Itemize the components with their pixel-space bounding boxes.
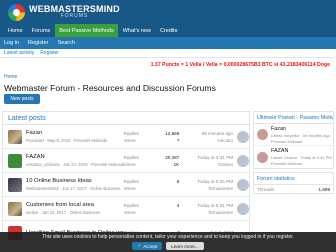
subnav-register-link[interactable]: Register [40, 50, 59, 56]
sidebar-thread-title[interactable]: FAZAN [271, 148, 332, 154]
logo-icon [8, 3, 25, 21]
last-poster[interactable]: Tomasonete [179, 185, 233, 192]
learn-more-button[interactable]: Learn more... [166, 242, 204, 250]
forum-statistics-heading: Forum statistics [254, 173, 333, 185]
thread-stats: Replies 4 Views [124, 202, 180, 216]
thread-stats: Replies 6 Views [124, 178, 180, 192]
main-nav: Home Forums Best Passive Methods What's … [0, 24, 336, 37]
logo-subtitle: FORUMS [60, 13, 89, 19]
last-poster-avatar[interactable] [237, 154, 249, 167]
sub-nav: Latest activity Register [0, 49, 336, 58]
replies-count: 20,287 [165, 154, 180, 160]
thread-stats: Replies 12,566 Views? [124, 130, 180, 144]
tab-forums[interactable]: Forums [28, 24, 55, 37]
tab-credits[interactable]: Credits [156, 24, 181, 37]
replies-label: Replies [123, 154, 139, 160]
latest-posts-block: Latest posts Fazan Roxandel · May 8, 201… [2, 111, 250, 249]
accept-cookies-button[interactable]: ✓ Accept [132, 242, 163, 250]
accept-label: Accept [143, 243, 158, 249]
sidebar: Ultimele Postari - Pasamo Motivala Fazan… [253, 111, 334, 249]
cookie-notice: This site uses cookies to help personali… [0, 232, 336, 252]
sidebar-thread-forum[interactable]: Povestiri Motivala [271, 139, 330, 144]
thread-meta: WebmastersMind · Jun 17, 2017 · Online B… [26, 186, 121, 191]
search-link[interactable]: Search [57, 40, 74, 46]
breadcrumb[interactable]: Home [0, 72, 336, 81]
views-label: Views [123, 209, 136, 215]
tab-whats-new[interactable]: What's new [119, 24, 155, 37]
last-poster[interactable]: zoicoko [179, 137, 233, 144]
last-poster[interactable]: Tomasonete [179, 209, 233, 216]
sidebar-latest-block: Ultimele Postari - Pasamo Motivala Fazan… [253, 111, 334, 169]
thread-title[interactable]: Customers from local area [26, 202, 124, 208]
last-poster-avatar[interactable] [237, 178, 249, 191]
thread-meta: cristiana_cristiana · Jan 22, 2019 · Pov… [26, 162, 124, 167]
last-poster-avatar[interactable] [237, 202, 249, 215]
replies-label: Replies [123, 130, 139, 136]
views-label: Views [123, 161, 136, 167]
thread-row[interactable]: Fazan Roxandel · May 8, 2016 · Povestiri… [3, 125, 249, 149]
stat-row: Threads: 1,699 [254, 185, 333, 193]
avatar[interactable] [257, 129, 268, 140]
avatar[interactable] [8, 153, 22, 168]
stat-value: 1,699 [318, 186, 331, 192]
sidebar-thread[interactable]: Fazan Latest: fairyeika · 59 minutes ago… [254, 124, 333, 146]
last-poster-avatar[interactable] [237, 130, 249, 143]
sidebar-thread-forum[interactable]: Povestiri Motivala [271, 161, 332, 166]
last-post-time[interactable]: Today at 5:31 PM [179, 202, 233, 209]
forum-statistics-block: Forum statistics Threads: 1,699 [253, 172, 334, 194]
views-label: Views [123, 185, 136, 191]
login-link[interactable]: Log in [4, 40, 19, 46]
user-bar: Log in Register Search [0, 37, 336, 49]
avatar[interactable] [8, 129, 22, 144]
sidebar-heading[interactable]: Ultimele Postari - Pasamo Motivala [254, 112, 333, 124]
sidebar-thread[interactable]: FAZAN Latest: Drakon · Today at 4:41 PM … [254, 146, 333, 168]
views-label: Views [123, 137, 136, 143]
latest-posts-heading[interactable]: Latest posts [3, 112, 249, 125]
thread-stats: Replies 20,287 Views 1K [124, 154, 180, 168]
cookie-text: This site uses cookies to help personali… [42, 234, 294, 240]
latest-activity-link[interactable]: Latest activity [4, 50, 34, 56]
points-ticker: 1.37 Puncte = 1 Vella / Vella = 0.000028… [150, 62, 330, 68]
last-poster[interactable]: Drakon [179, 161, 233, 168]
new-posts-button[interactable]: New posts [4, 94, 40, 104]
replies-label: Replies [123, 178, 139, 184]
avatar[interactable] [8, 177, 22, 192]
last-post-time[interactable]: Today at 5:34 PM [179, 178, 233, 185]
sidebar-thread-title[interactable]: Fazan [271, 126, 330, 132]
thread-row[interactable]: Customers from local area iantkvt · Jan … [3, 197, 249, 221]
sidebar-thread-latest: Latest: fairyeika · 59 minutes ago [271, 132, 330, 138]
last-post-time[interactable]: Today at 4:41 PM [179, 154, 233, 161]
check-icon: ✓ [137, 243, 142, 248]
avatar[interactable] [8, 201, 22, 216]
register-link[interactable]: Register [28, 40, 48, 46]
thread-title[interactable]: FAZAN [26, 154, 124, 160]
thread-title[interactable]: 10 Online Business Ideas [26, 178, 124, 184]
thread-meta: Roxandel · May 8, 2016 · Povestiri Motiv… [26, 138, 107, 143]
site-header: WEBMASTERSMIND FORUMS [0, 0, 336, 24]
site-logo[interactable]: WEBMASTERSMIND FORUMS [8, 3, 120, 21]
tab-home[interactable]: Home [4, 24, 27, 37]
thread-row[interactable]: 10 Online Business Ideas WebmastersMind … [3, 173, 249, 197]
sidebar-thread-latest: Latest: Drakon · Today at 4:41 PM [271, 155, 332, 160]
last-post-time[interactable]: 59 minutes ago [179, 130, 233, 137]
replies-count: 12,566 [165, 130, 180, 136]
thread-title[interactable]: Fazan [26, 130, 124, 136]
avatar[interactable] [257, 151, 268, 163]
thread-row[interactable]: FAZAN cristiana_cristiana · Jan 22, 2019… [3, 149, 249, 173]
tab-best-passive-methods[interactable]: Best Passive Methods [55, 24, 118, 37]
stat-label: Threads: [257, 186, 276, 192]
replies-label: Replies [123, 202, 139, 208]
thread-meta: iantkvt · Jan 22, 2017 · Online Business [26, 210, 101, 215]
page-title: Webmaster Forum - Resources and Discussi… [4, 82, 216, 93]
